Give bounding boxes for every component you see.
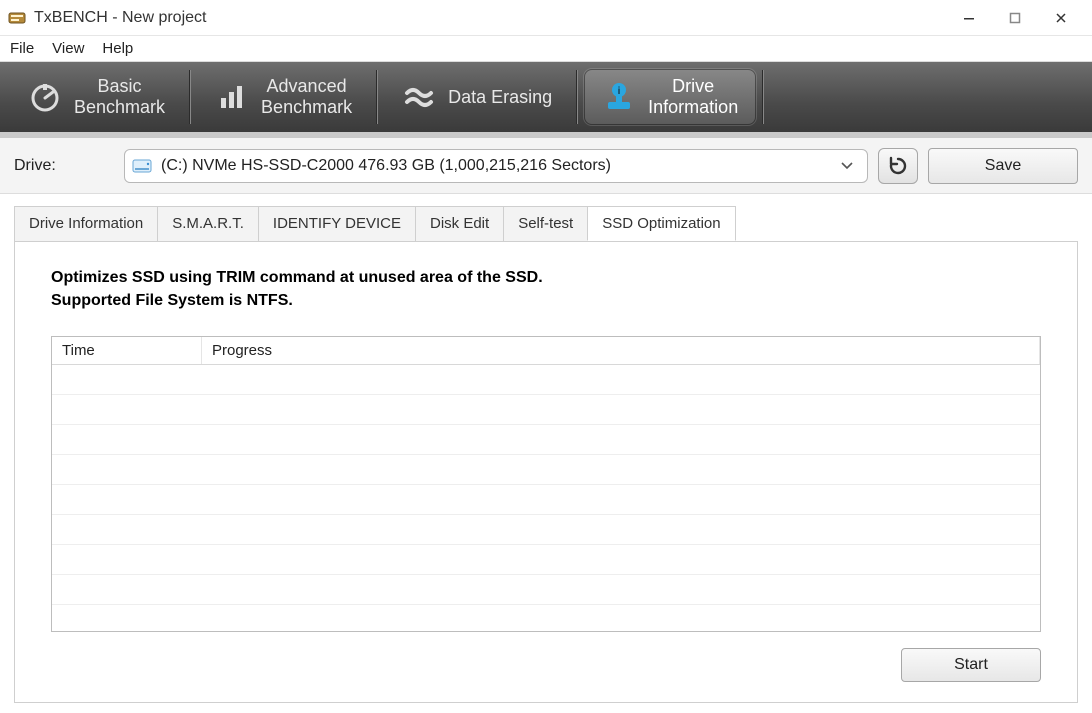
subtab-identify-device[interactable]: IDENTIFY DEVICE xyxy=(258,206,416,241)
table-row xyxy=(52,485,1040,515)
svg-text:i: i xyxy=(618,86,621,97)
grid-body xyxy=(52,365,1040,605)
table-row xyxy=(52,545,1040,575)
panel-footer: Start xyxy=(51,632,1041,682)
menu-file[interactable]: File xyxy=(10,40,34,57)
toolbar-separator xyxy=(762,70,764,124)
column-time[interactable]: Time xyxy=(52,337,202,364)
tab-data-erasing[interactable]: Data Erasing xyxy=(384,69,570,125)
subtab-ssd-optimization[interactable]: SSD Optimization xyxy=(587,206,735,241)
table-row xyxy=(52,425,1040,455)
chevron-down-icon xyxy=(839,157,857,175)
refresh-button[interactable] xyxy=(878,148,918,184)
toolbar-separator xyxy=(189,70,191,124)
maximize-button[interactable] xyxy=(992,3,1038,33)
tab-drive-information-label: Drive Information xyxy=(648,76,738,117)
table-row xyxy=(52,515,1040,545)
ssd-optimization-panel: Optimizes SSD using TRIM command at unus… xyxy=(14,242,1078,703)
toolbar-separator xyxy=(576,70,578,124)
grid-header: Time Progress xyxy=(52,337,1040,365)
main-toolbar: Basic Benchmark Advanced Benchmark xyxy=(0,62,1092,138)
menu-help[interactable]: Help xyxy=(102,40,133,57)
table-row xyxy=(52,365,1040,395)
minimize-button[interactable] xyxy=(946,3,992,33)
tab-basic-benchmark-label: Basic Benchmark xyxy=(74,76,165,117)
panel-description: Optimizes SSD using TRIM command at unus… xyxy=(51,266,1041,312)
save-button[interactable]: Save xyxy=(928,148,1078,184)
bars-icon xyxy=(215,80,249,114)
column-progress[interactable]: Progress xyxy=(202,337,1040,364)
app-icon xyxy=(8,9,26,27)
subtabs: Drive Information S.M.A.R.T. IDENTIFY DE… xyxy=(14,206,1078,242)
progress-grid: Time Progress xyxy=(51,336,1041,632)
tab-basic-benchmark[interactable]: Basic Benchmark xyxy=(10,69,183,125)
drive-row: Drive: (C:) NVMe HS-SSD-C2000 476.93 GB … xyxy=(0,138,1092,194)
wave-icon xyxy=(402,80,436,114)
table-row xyxy=(52,395,1040,425)
table-row xyxy=(52,455,1040,485)
tab-advanced-benchmark-label: Advanced Benchmark xyxy=(261,76,352,117)
refresh-icon xyxy=(887,155,909,177)
panel-description-line2: Supported File System is NTFS. xyxy=(51,289,1041,312)
drive-label: Drive: xyxy=(14,157,114,175)
tab-advanced-benchmark[interactable]: Advanced Benchmark xyxy=(197,69,370,125)
content-area: Drive Information S.M.A.R.T. IDENTIFY DE… xyxy=(0,194,1092,713)
subtab-self-test[interactable]: Self-test xyxy=(503,206,588,241)
hdd-icon xyxy=(131,155,153,177)
window-title: TxBENCH - New project xyxy=(34,9,206,27)
start-button[interactable]: Start xyxy=(901,648,1041,682)
subtab-disk-edit[interactable]: Disk Edit xyxy=(415,206,504,241)
close-button[interactable] xyxy=(1038,3,1084,33)
subtab-drive-information[interactable]: Drive Information xyxy=(14,206,158,241)
tab-data-erasing-label: Data Erasing xyxy=(448,87,552,108)
drive-info-icon: i xyxy=(602,80,636,114)
drive-selected-text: (C:) NVMe HS-SSD-C2000 476.93 GB (1,000,… xyxy=(161,157,611,175)
subtab-smart[interactable]: S.M.A.R.T. xyxy=(157,206,259,241)
drive-select[interactable]: (C:) NVMe HS-SSD-C2000 476.93 GB (1,000,… xyxy=(124,149,868,183)
toolbar-separator xyxy=(376,70,378,124)
menubar: File View Help xyxy=(0,36,1092,62)
tab-drive-information[interactable]: i Drive Information xyxy=(584,69,756,125)
panel-description-line1: Optimizes SSD using TRIM command at unus… xyxy=(51,266,1041,289)
table-row xyxy=(52,575,1040,605)
menu-view[interactable]: View xyxy=(52,40,84,57)
gauge-icon xyxy=(28,80,62,114)
titlebar: TxBENCH - New project xyxy=(0,0,1092,36)
